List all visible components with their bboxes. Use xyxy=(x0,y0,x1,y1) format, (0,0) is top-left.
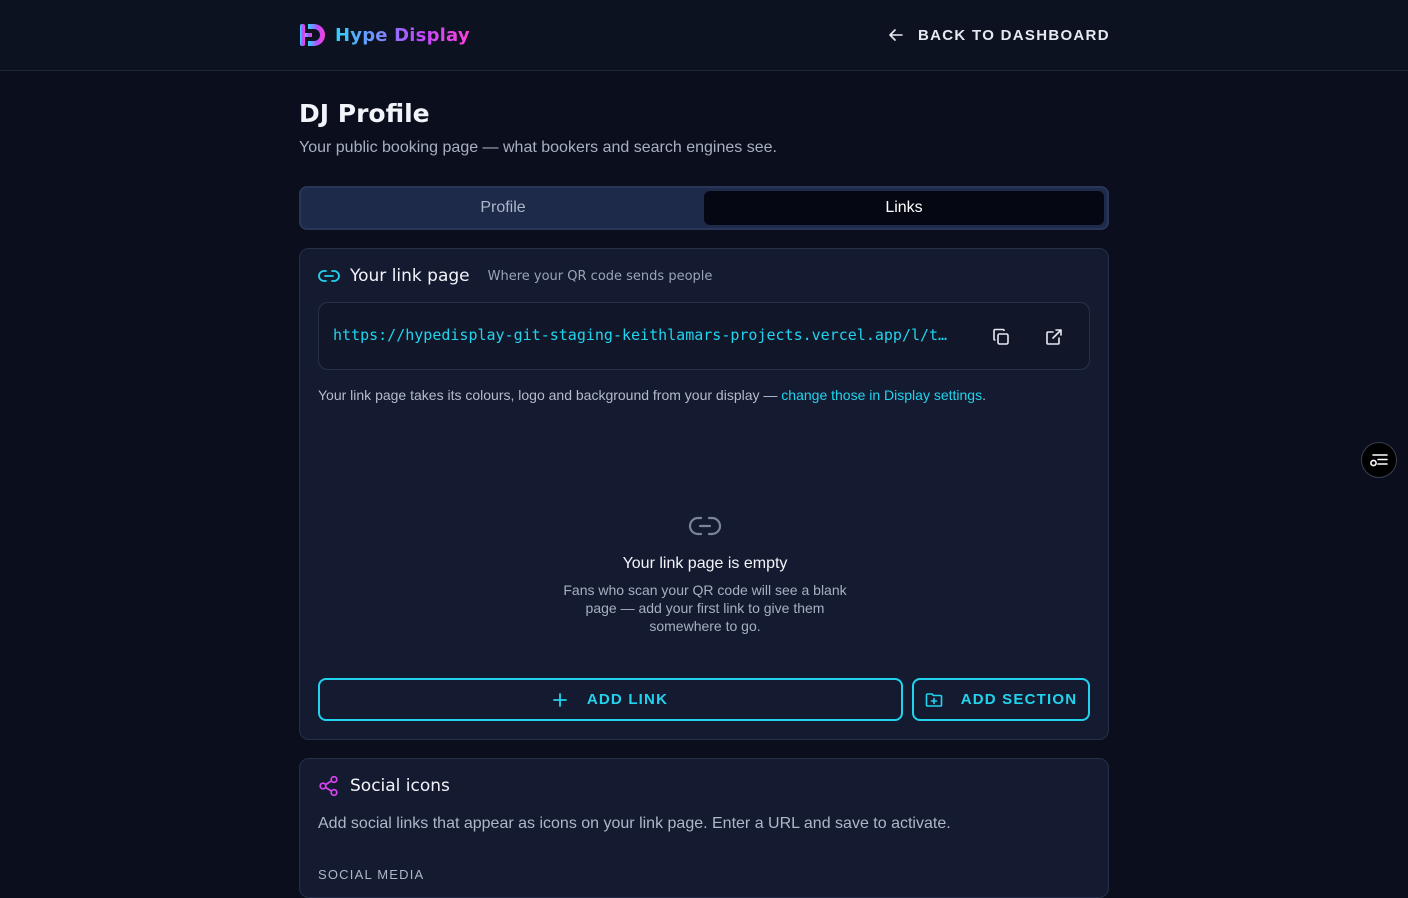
open-link-page-button[interactable] xyxy=(1042,325,1066,349)
social-icons-title: Social icons xyxy=(350,776,450,796)
link-icon xyxy=(688,516,722,536)
link-icon xyxy=(318,270,340,282)
link-page-url-box: https://hypedisplay-git-staging-keithlam… xyxy=(318,302,1090,370)
empty-state-title: Your link page is empty xyxy=(622,555,788,572)
social-icons-card-header: Social icons xyxy=(318,775,450,797)
brand-logo[interactable]: Hype Display xyxy=(299,22,470,48)
display-settings-note: Your link page takes its colours, logo a… xyxy=(318,387,986,403)
copy-icon xyxy=(993,328,1009,345)
top-bar: Hype Display BACK TO DASHBOARD xyxy=(0,0,1408,71)
link-page-hint: Where your QR code sends people xyxy=(487,268,713,284)
link-page-card-header: Your link page Where your QR code sends … xyxy=(318,265,712,287)
add-section-button[interactable]: ADD SECTION xyxy=(912,678,1090,721)
page-title: DJ Profile xyxy=(299,99,430,128)
arrow-left-icon xyxy=(889,29,903,41)
floating-settings-button[interactable] xyxy=(1361,442,1397,478)
settings-list-icon xyxy=(1370,454,1388,467)
display-settings-link[interactable]: change those in Display settings xyxy=(781,387,982,403)
profile-tabs: Profile Links xyxy=(299,186,1109,230)
tab-links[interactable]: Links xyxy=(704,191,1104,225)
add-link-label: ADD LINK xyxy=(586,691,669,708)
add-section-label: ADD SECTION xyxy=(960,691,1078,708)
note-suffix: . xyxy=(982,387,986,403)
link-page-title: Your link page xyxy=(350,266,470,286)
empty-state-description: Fans who scan your QR code will see a bl… xyxy=(563,582,847,634)
page-subtitle: Your public booking page — what bookers … xyxy=(299,139,777,156)
external-link-icon xyxy=(1046,329,1062,345)
social-icons-card: Social icons Add social links that appea… xyxy=(299,758,1109,898)
tab-profile[interactable]: Profile xyxy=(303,191,703,225)
note-text: Your link page takes its colours, logo a… xyxy=(318,387,782,403)
plus-icon xyxy=(552,692,567,707)
back-to-dashboard-link[interactable]: BACK TO DASHBOARD xyxy=(888,24,1110,46)
brand-name: Hype Display xyxy=(335,24,470,46)
add-link-button[interactable]: ADD LINK xyxy=(318,678,903,721)
link-page-url[interactable]: https://hypedisplay-git-staging-keithlam… xyxy=(333,326,973,344)
share-icon xyxy=(319,775,338,797)
hype-display-logo-icon xyxy=(300,24,325,46)
empty-state: Your link page is empty Fans who scan yo… xyxy=(505,515,905,635)
back-label: BACK TO DASHBOARD xyxy=(918,26,1110,44)
social-icons-subtitle: Add social links that appear as icons on… xyxy=(318,815,951,832)
folder-plus-icon xyxy=(925,692,943,707)
copy-url-button[interactable] xyxy=(989,325,1013,349)
link-page-card: Your link page Where your QR code sends … xyxy=(299,248,1109,740)
